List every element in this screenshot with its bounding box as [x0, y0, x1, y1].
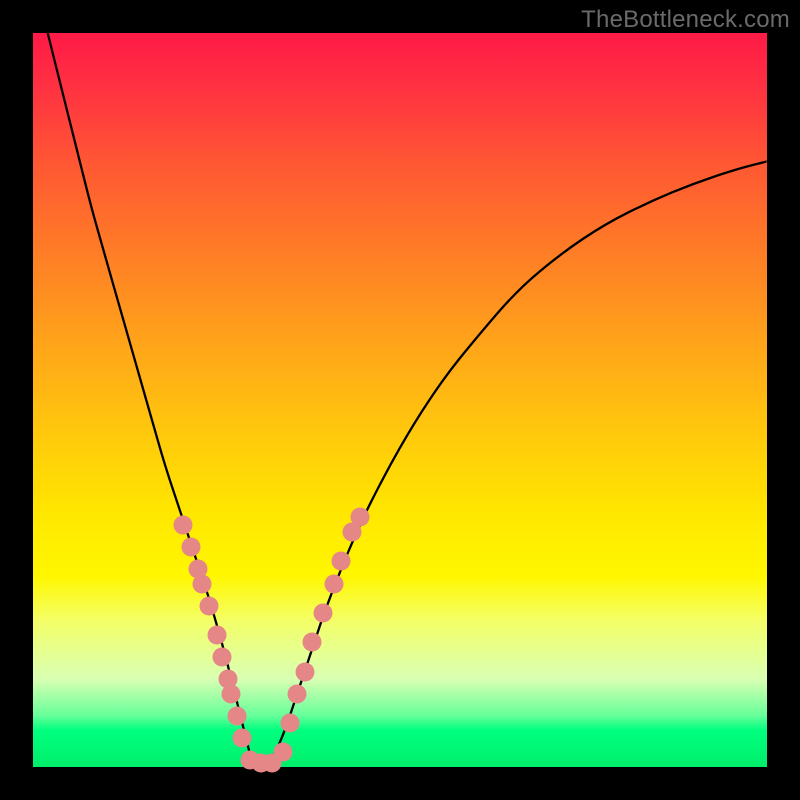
gradient-background [33, 33, 767, 767]
plot-area [33, 33, 767, 767]
chart-canvas: TheBottleneck.com [0, 0, 800, 800]
watermark-text: TheBottleneck.com [581, 6, 790, 34]
